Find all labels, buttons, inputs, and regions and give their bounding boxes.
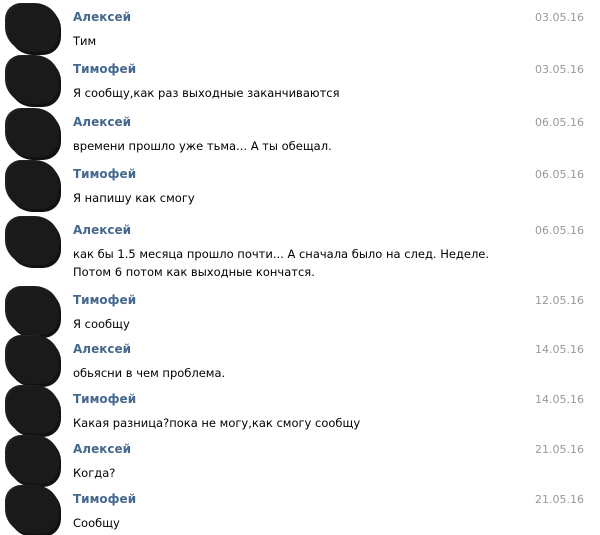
sender-name[interactable]: Тимофей bbox=[73, 167, 136, 181]
message-text: Я сообщу,как раз выходные заканчиваются bbox=[73, 86, 340, 100]
sender-name[interactable]: Алексей bbox=[73, 10, 131, 24]
message-text: Когда? bbox=[73, 466, 116, 480]
avatar[interactable] bbox=[7, 486, 59, 534]
avatar[interactable] bbox=[7, 161, 59, 209]
message-date[interactable]: 06.05.16 bbox=[535, 116, 584, 129]
message-date[interactable]: 14.05.16 bbox=[535, 393, 584, 406]
sender-name[interactable]: Алексей bbox=[73, 342, 131, 356]
message-date[interactable]: 14.05.16 bbox=[535, 343, 584, 356]
avatar[interactable] bbox=[7, 386, 59, 434]
avatar[interactable] bbox=[7, 436, 59, 484]
message-date[interactable]: 12.05.16 bbox=[535, 294, 584, 307]
sender-name[interactable]: Алексей bbox=[73, 442, 131, 456]
sender-name[interactable]: Тимофей bbox=[73, 392, 136, 406]
message-text: времени прошло уже тьма... А ты обещал. bbox=[73, 139, 332, 153]
sender-name[interactable]: Тимофей bbox=[73, 62, 136, 76]
message-text: Тим bbox=[73, 34, 97, 48]
avatar[interactable] bbox=[7, 217, 59, 265]
message-history: Алексей 03.05.16 Тим Тимофей 03.05.16 Я … bbox=[0, 0, 600, 535]
message-date[interactable]: 03.05.16 bbox=[535, 63, 584, 76]
avatar[interactable] bbox=[7, 4, 59, 52]
message-date[interactable]: 21.05.16 bbox=[535, 443, 584, 456]
sender-name[interactable]: Алексей bbox=[73, 223, 131, 237]
message-date[interactable]: 06.05.16 bbox=[535, 168, 584, 181]
message-date[interactable]: 21.05.16 bbox=[535, 493, 584, 506]
avatar[interactable] bbox=[7, 109, 59, 157]
message-text: Я напишу как смогу bbox=[73, 191, 195, 205]
message-date[interactable]: 06.05.16 bbox=[535, 224, 584, 237]
sender-name[interactable]: Тимофей bbox=[73, 492, 136, 506]
avatar[interactable] bbox=[7, 56, 59, 104]
message-text: Сообщу bbox=[73, 516, 120, 530]
message-date[interactable]: 03.05.16 bbox=[535, 11, 584, 24]
sender-name[interactable]: Алексей bbox=[73, 115, 131, 129]
message-text: как бы 1.5 месяца прошло почти... А снач… bbox=[73, 247, 490, 279]
sender-name[interactable]: Тимофей bbox=[73, 293, 136, 307]
avatar[interactable] bbox=[7, 336, 59, 384]
message-text: Какая разница?пока не могу,как смогу соо… bbox=[73, 416, 361, 430]
avatar[interactable] bbox=[7, 287, 59, 335]
message-text: Я сообщу bbox=[73, 317, 130, 331]
message-text: обьясни в чем проблема. bbox=[73, 366, 226, 380]
